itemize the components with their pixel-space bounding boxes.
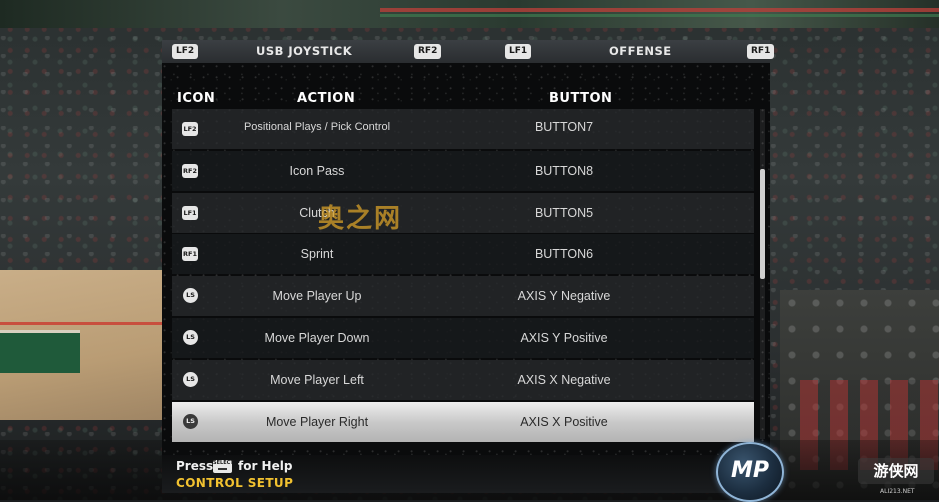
screen-title: CONTROL SETUP — [176, 476, 294, 490]
lf1-icon: LF1 — [182, 205, 198, 220]
top-navigation-bar: LF2 USB JOYSTICK RF2 LF1 OFFENSE RF1 — [162, 40, 775, 64]
rf1-bumper-icon[interactable]: RF1 — [747, 44, 775, 59]
button-assignment: BUTTON7 — [534, 120, 594, 134]
column-header-button: BUTTON — [549, 91, 613, 106]
arena-green-stripe — [380, 14, 939, 17]
help-press-text: Press — [176, 459, 214, 473]
lf1-bumper-icon[interactable]: LF1 — [505, 44, 532, 59]
action-label: Move Player Down — [264, 330, 370, 345]
action-label: Move Player Up — [272, 289, 362, 304]
button-assignment: BUTTON6 — [534, 247, 594, 262]
control-row[interactable]: LF2 Positional Plays / Pick Control BUTT… — [172, 109, 754, 149]
control-row[interactable]: LS Move Player Down AXIS Y Positive — [172, 317, 754, 358]
left-stick-icon: LS — [183, 288, 198, 304]
controls-list: LF2 Positional Plays / Pick Control BUTT… — [172, 109, 754, 443]
column-header-action: ACTION — [297, 91, 356, 106]
action-label: Positional Plays / Pick Control — [243, 121, 391, 133]
select-button-icon: SELECT — [213, 460, 234, 473]
left-stick-icon: LS — [183, 413, 198, 429]
device-tab[interactable]: USB JOYSTICK — [256, 40, 352, 63]
rf2-bumper-icon[interactable]: RF2 — [414, 44, 442, 59]
button-assignment: AXIS X Negative — [517, 372, 611, 387]
watermark-center: 奥之网 — [318, 204, 403, 234]
control-row[interactable]: RF1 Sprint BUTTON6 — [172, 234, 754, 275]
mp-logo: MP — [716, 442, 784, 502]
left-stick-icon: LS — [183, 329, 198, 345]
action-label: Move Player Right — [265, 414, 369, 429]
controls-panel: ICON ACTION BUTTON LF2 Positional Plays … — [162, 63, 770, 455]
control-row[interactable]: LS Move Player Left AXIS X Negative — [172, 359, 754, 400]
column-header-icon: ICON — [177, 91, 216, 106]
action-label: Sprint — [300, 247, 334, 262]
watermark-corner: 游侠网 — [858, 458, 934, 484]
control-row[interactable]: LF1 Clutch BUTTON5 — [172, 192, 754, 233]
left-stick-icon: LS — [183, 371, 198, 387]
help-bar: Press SELECT for Help CONTROL SETUP — [162, 455, 770, 493]
rf2-icon: RF2 — [182, 163, 198, 178]
mp-logo-text: MP — [730, 458, 770, 483]
scrollbar-thumb[interactable] — [760, 169, 765, 279]
button-assignment: AXIS Y Negative — [517, 289, 611, 304]
help-for-text: for Help — [238, 459, 293, 473]
mode-tab[interactable]: OFFENSE — [609, 40, 672, 63]
button-assignment: AXIS X Positive — [520, 414, 608, 429]
button-assignment: BUTTON5 — [534, 205, 594, 220]
rf1-icon: RF1 — [182, 247, 198, 262]
button-assignment: AXIS Y Positive — [520, 330, 608, 345]
scrollbar[interactable] — [760, 109, 765, 439]
control-row-selected[interactable]: LS Move Player Right AXIS X Positive — [172, 401, 754, 442]
control-row[interactable]: LS Move Player Up AXIS Y Negative — [172, 276, 754, 317]
lf2-icon: LF2 — [182, 122, 198, 136]
arena-red-stripe — [380, 8, 939, 12]
arena-court-line — [0, 322, 170, 325]
button-assignment: BUTTON8 — [534, 163, 594, 178]
lf2-bumper-icon[interactable]: LF2 — [172, 44, 199, 59]
action-label: Move Player Left — [270, 372, 364, 387]
arena-court-paint — [0, 330, 80, 373]
action-label: Icon Pass — [289, 163, 345, 178]
control-row[interactable]: RF2 Icon Pass BUTTON8 — [172, 150, 754, 191]
watermark-corner-url: ALI213.NET — [880, 488, 915, 495]
